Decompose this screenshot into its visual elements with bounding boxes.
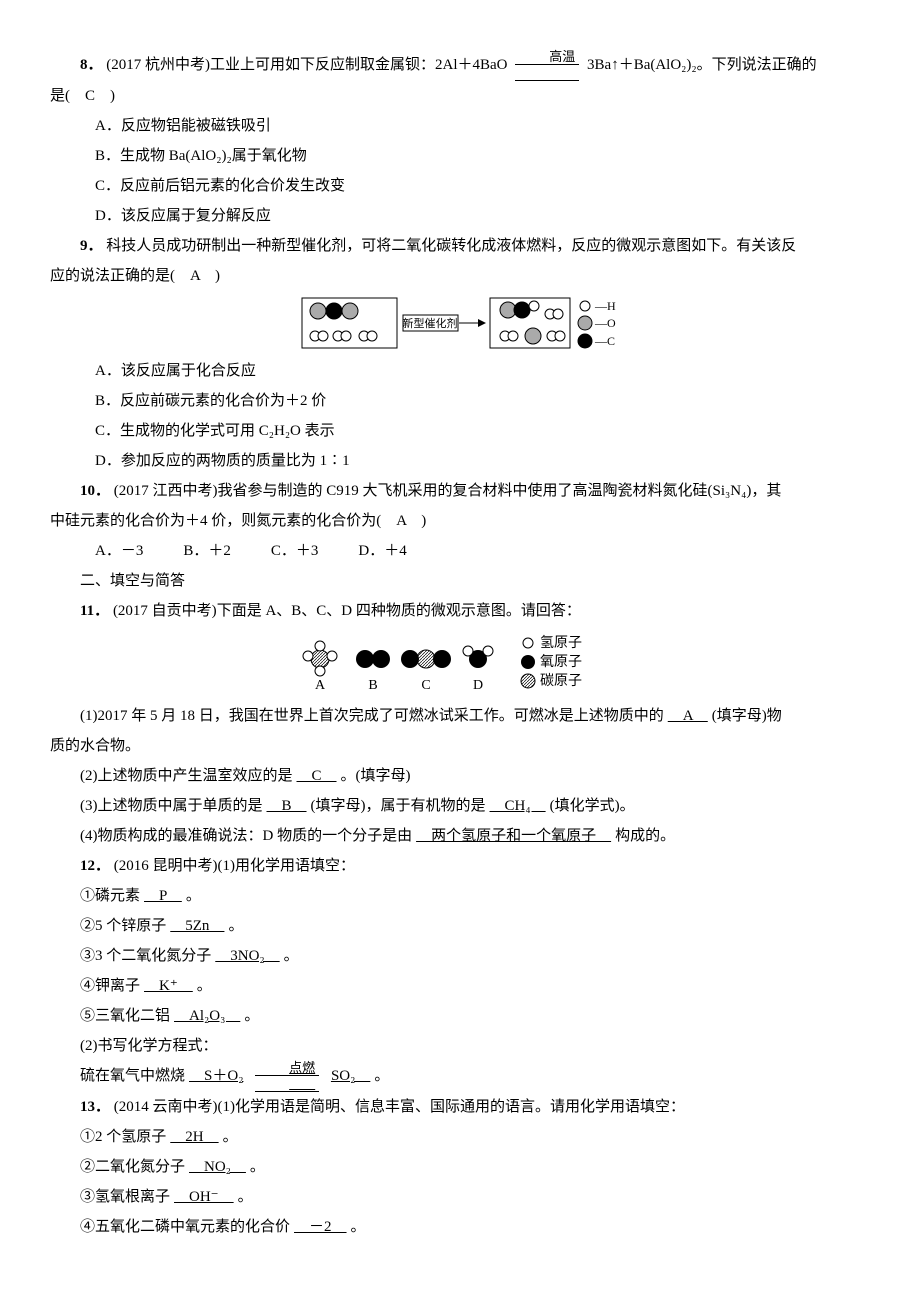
svg-text:—O: —O [594,316,616,330]
q12-l5: ⑤三氧化二铝 Al₂O₃ 。 [50,1001,870,1031]
q8-stem-line2: 是( C ) [50,81,870,111]
q12-num: 12． [80,858,110,874]
svg-text:B: B [368,678,377,693]
q8-opt-a: A．反应物铝能被磁铁吸引 [50,111,870,141]
q9-opt-b: B．反应前碳元素的化合价为＋2 价 [50,386,870,416]
q10-opt-a: A．－3 [95,536,143,566]
q12-l3: ③3 个二氧化氮分子 3NO₂ 。 [50,941,870,971]
q9-opt-d: D．参加反应的两物质的质量比为 1∶1 [50,446,870,476]
svg-text:—C: —C [594,334,615,348]
svg-text:A: A [315,678,326,693]
q13-l2: ②二氧化氮分子 NO₂ 。 [50,1152,870,1182]
q8-stem: 8． (2017 杭州中考)工业上可用如下反应制取金属钡：2Al＋4BaO 高温… [50,50,870,81]
q12-p2: (2)书写化学方程式： [50,1031,870,1061]
q11-p2: (2)上述物质中产生温室效应的是 C 。(填字母) [50,761,870,791]
q9-opt-c: C．生成物的化学式可用 C₂H₂O 表示 [50,416,870,446]
q10-stem: 10． (2017 江西中考)我省参与制造的 C919 大飞机采用的复合材料中使… [50,476,870,506]
svg-text:氧原子: 氧原子 [540,654,582,670]
reaction-arrow: 点燃 [251,1061,323,1092]
svg-text:D: D [473,678,483,693]
q11-stem: 11． (2017 自贡中考)下面是 A、B、C、D 四种物质的微观示意图。请回… [50,596,870,626]
q9-opt-a: A．该反应属于化合反应 [50,356,870,386]
q10-opt-d: D．＋4 [358,536,406,566]
q8-opt-b: B．生成物 Ba(AlO₂)₂属于氧化物 [50,141,870,171]
svg-text:—H: —H [594,299,616,313]
q12-stem: 12． (2016 昆明中考)(1)用化学用语填空： [50,851,870,881]
q13-l3: ③氢氧根离子 OH⁻ 。 [50,1182,870,1212]
q11-p1c: 质的水合物。 [50,731,870,761]
q10-num: 10． [80,483,110,499]
q10-opt-b: B．＋2 [183,536,231,566]
q12-l2: ②5 个锌原子 5Zn 。 [50,911,870,941]
q10-stem-line2: 中硅元素的化合价为＋4 价，则氮元素的化合价为( A ) [50,506,870,536]
svg-text:C: C [421,678,430,693]
q11-diagram: A B C D 氢原子 氧原子 碳原子 [50,631,870,696]
section-2-heading: 二、填空与简答 [50,566,870,596]
q9-num: 9． [80,238,103,254]
q9-diagram: 新型催化剂 —H —O —C [50,296,870,351]
q10-opt-c: C．＋3 [271,536,319,566]
catalyst-label: 新型催化剂 [403,316,458,330]
q12-l4: ④钾离子 K⁺ 。 [50,971,870,1001]
q11-ans2: C [293,768,341,784]
q8-opt-c: C．反应前后铝元素的化合价发生改变 [50,171,870,201]
svg-text:碳原子: 碳原子 [540,673,582,689]
q13-num: 13． [80,1099,110,1115]
q8-num: 8． [80,57,103,73]
q13-l1: ①2 个氢原子 2H 。 [50,1122,870,1152]
reaction-arrow: 高温 [511,50,583,81]
q11-ans4: 两个氢原子和一个氧原子 [412,828,615,844]
q11-num: 11． [80,603,109,619]
q13-stem: 13． (2014 云南中考)(1)化学用语是简明、信息丰富、国际通用的语言。请… [50,1092,870,1122]
q11-p1: (1)2017 年 5 月 18 日，我国在世界上首次完成了可燃冰试采工作。可燃… [50,701,870,731]
q12-l1: ①磷元素 P 。 [50,881,870,911]
q9-stem-line2: 应的说法正确的是( A ) [50,261,870,291]
q11-ans1: A [664,708,712,724]
q12-eq: 硫在氧气中燃烧 S＋O₂ 点燃 SO₂ 。 [50,1061,870,1092]
q9-stem: 9． 科技人员成功研制出一种新型催化剂，可将二氧化碳转化成液体燃料，反应的微观示… [50,231,870,261]
q10-options: A．－3 B．＋2 C．＋3 D．＋4 [50,536,870,566]
q13-l4: ④五氧化二磷中氧元素的化合价 －2 。 [50,1212,870,1242]
q11-p4: (4)物质构成的最准确说法：D 物质的一个分子是由 两个氢原子和一个氧原子 构成… [50,821,870,851]
q11-ans3b: CH₄ [486,798,550,814]
q8-opt-d: D．该反应属于复分解反应 [50,201,870,231]
svg-text:氢原子: 氢原子 [540,635,582,651]
q11-p3: (3)上述物质中属于单质的是 B (填字母)，属于有机物的是 CH₄ (填化学式… [50,791,870,821]
q11-ans3a: B [263,798,311,814]
